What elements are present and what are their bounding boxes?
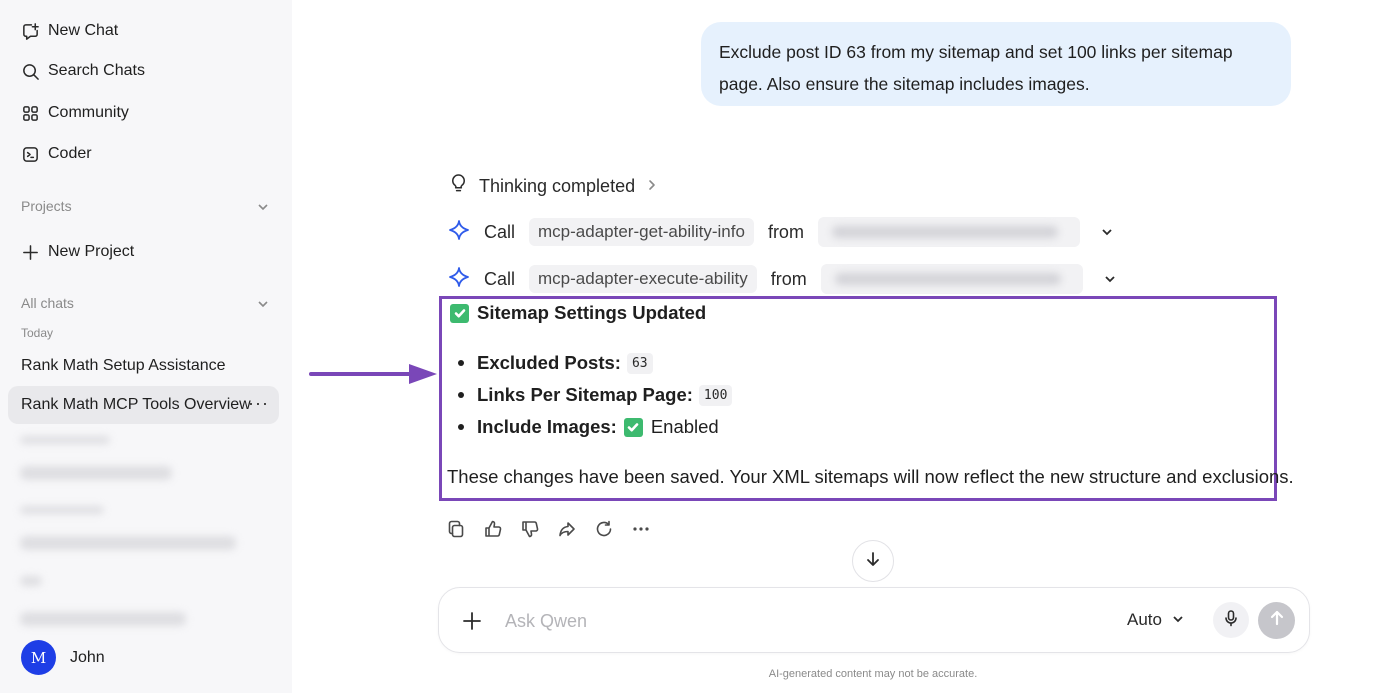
terminal-icon [20, 144, 40, 164]
mode-label: Auto [1127, 610, 1162, 629]
tool-name-chip: mcp-adapter-execute-ability [529, 265, 757, 293]
more-icon[interactable] [631, 519, 651, 539]
disclaimer-text: AI-generated content may not be accurate… [768, 668, 978, 680]
chevron-down-icon [1172, 610, 1184, 630]
checkbox-checked-icon [623, 417, 643, 437]
user-name: John [70, 648, 105, 666]
today-label: Today [21, 326, 54, 340]
result-item-value: Enabled [650, 416, 719, 437]
result-summary: These changes have been saved. Your XML … [447, 466, 1294, 487]
expand-call-button[interactable] [1080, 221, 1114, 244]
chat-input[interactable] [505, 606, 1065, 636]
tool-call-row: Call mcp-adapter-get-ability-info from [448, 217, 1114, 247]
result-item-key: Include Images: [477, 416, 617, 437]
chat-item-active[interactable]: Rank Math MCP Tools Overview ··· [8, 386, 279, 424]
microphone-button[interactable] [1213, 602, 1249, 638]
search-chats-button[interactable]: Search Chats [20, 58, 145, 84]
new-chat-label: New Chat [48, 22, 119, 39]
chevron-down-icon[interactable] [256, 200, 270, 214]
result-title-text: Sitemap Settings Updated [477, 302, 707, 323]
microphone-icon [1222, 609, 1240, 632]
blurred-chat-item[interactable] [20, 536, 236, 550]
sidebar: New Chat Search Chats Community Coder Pr… [0, 0, 292, 693]
result-item-value: 100 [698, 384, 733, 406]
share-icon[interactable] [557, 519, 577, 539]
tool-call-row: Call mcp-adapter-execute-ability from [448, 264, 1117, 294]
blurred-section-label [20, 576, 42, 586]
message-actions [446, 519, 651, 539]
community-label: Community [48, 104, 129, 121]
redacted-server-chip [820, 264, 1083, 294]
arrow-down-icon [864, 550, 882, 573]
result-item-key: Links Per Sitemap Page: [477, 384, 693, 405]
chat-item-title: Rank Math Setup Assistance [21, 357, 226, 374]
result-list-item: Include Images: Enabled [458, 416, 719, 438]
search-chats-label: Search Chats [48, 62, 145, 79]
from-label: from [770, 268, 807, 289]
chat-item[interactable]: Rank Math Setup Assistance [8, 347, 279, 385]
lightbulb-icon [448, 173, 469, 199]
chat-composer: Auto [438, 587, 1310, 653]
chat-item-title: Rank Math MCP Tools Overview [21, 396, 251, 413]
result-list-item: Links Per Sitemap Page: 100 [458, 384, 733, 406]
checkbox-checked-icon [450, 303, 469, 323]
thinking-status-toggle[interactable]: Thinking completed [448, 173, 659, 199]
call-label: Call [484, 221, 516, 242]
community-button[interactable]: Community [20, 100, 129, 126]
arrow-up-icon [1268, 609, 1286, 632]
grid-icon [20, 103, 40, 123]
new-project-button[interactable]: New Project [20, 239, 134, 265]
chevron-right-icon [645, 176, 659, 197]
blurred-chat-item[interactable] [20, 466, 172, 480]
more-options-icon[interactable]: ··· [248, 393, 269, 414]
redacted-server-chip [817, 217, 1080, 247]
user-message: Exclude post ID 63 from my sitemap and s… [701, 22, 1291, 106]
coder-button[interactable]: Coder [20, 141, 92, 167]
bullet-dot [458, 360, 464, 366]
projects-section-label: Projects [21, 198, 72, 214]
all-chats-section-label: All chats [21, 295, 74, 311]
plus-icon [20, 242, 40, 262]
regenerate-icon[interactable] [594, 519, 614, 539]
sparkle-icon [448, 219, 470, 246]
annotation-arrow-icon [309, 364, 437, 384]
chevron-down-icon[interactable] [256, 297, 270, 311]
new-chat-button[interactable]: New Chat [20, 18, 118, 44]
send-button[interactable] [1258, 602, 1295, 639]
scroll-to-bottom-button[interactable] [852, 540, 894, 582]
result-list-item: Excluded Posts: 63 [458, 352, 653, 374]
from-label: from [767, 221, 804, 242]
bullet-dot [458, 392, 464, 398]
search-icon [20, 61, 40, 81]
thumbs-up-icon[interactable] [483, 519, 503, 539]
result-title: Sitemap Settings Updated [450, 302, 706, 324]
new-chat-icon [20, 21, 40, 41]
result-item-value: 63 [626, 352, 653, 374]
expand-call-button[interactable] [1083, 268, 1117, 291]
thinking-status-label: Thinking completed [479, 175, 636, 196]
bullet-dot [458, 424, 464, 430]
coder-label: Coder [48, 145, 92, 162]
blurred-section-label [20, 506, 104, 514]
call-label: Call [484, 268, 516, 289]
attach-plus-icon[interactable] [461, 610, 483, 632]
blurred-chat-item[interactable] [20, 612, 186, 626]
sparkle-icon [448, 266, 470, 293]
thumbs-down-icon[interactable] [520, 519, 540, 539]
copy-icon[interactable] [446, 519, 466, 539]
mode-dropdown[interactable]: Auto [1127, 610, 1184, 630]
blurred-section-label [20, 436, 110, 444]
new-project-label: New Project [48, 243, 135, 260]
tool-name-chip: mcp-adapter-get-ability-info [529, 218, 754, 246]
result-item-key: Excluded Posts: [477, 352, 621, 373]
